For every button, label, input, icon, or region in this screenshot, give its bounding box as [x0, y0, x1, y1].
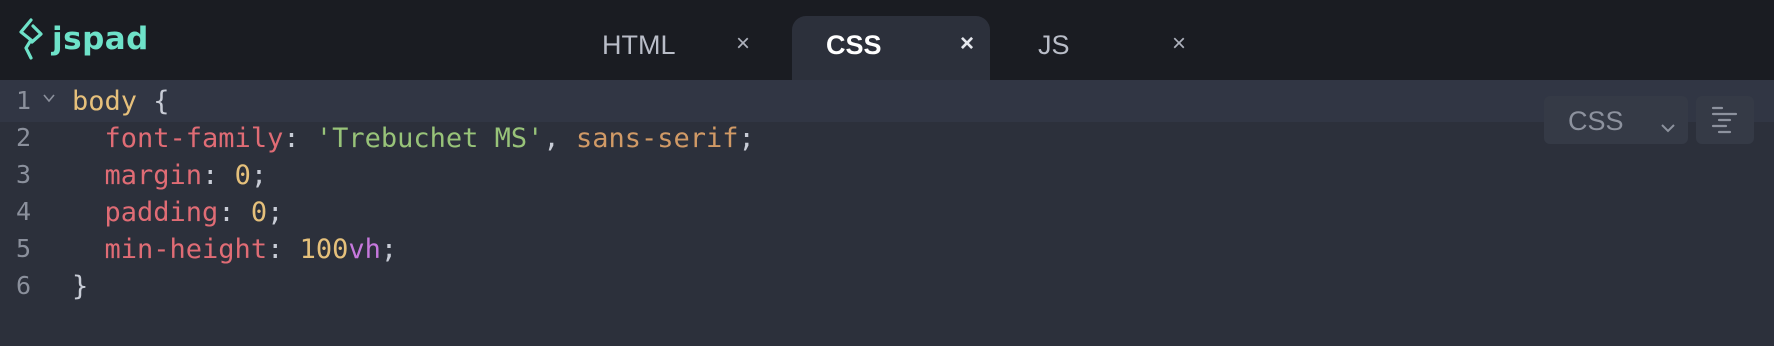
code-token: ; — [267, 197, 284, 228]
code-token: body — [72, 86, 138, 117]
code-token: : — [267, 234, 300, 265]
code-token: sans-serif — [575, 123, 739, 154]
line-number: 4 — [16, 197, 32, 226]
format-code-icon — [1711, 106, 1738, 134]
code-token: ; — [738, 123, 755, 154]
code-line[interactable]: 2 font-family: 'Trebuchet MS', sans-seri… — [0, 117, 1774, 159]
code-text: margin: 0; — [72, 160, 268, 191]
code-token: min-height — [104, 234, 268, 265]
code-token: font-family — [104, 123, 284, 154]
code-line[interactable]: 1 body { — [0, 80, 1774, 122]
code-token: : — [283, 123, 316, 154]
code-text: font-family: 'Trebuchet MS', sans-serif; — [72, 123, 755, 154]
jspad-logo-icon — [19, 18, 43, 60]
code-line[interactable]: 4 padding: 0; — [0, 191, 1774, 233]
code-token: 0 — [250, 197, 268, 228]
code-token: 'Trebuchet MS' — [315, 123, 544, 154]
tab-css[interactable]: CSS × — [792, 16, 990, 80]
code-text: padding: 0; — [72, 197, 284, 228]
tab-js-label: JS — [1038, 30, 1070, 60]
code-line[interactable]: 3 margin: 0; — [0, 154, 1774, 196]
code-token: { — [137, 86, 170, 117]
code-line[interactable]: 6} — [0, 265, 1774, 307]
logo[interactable]: jspad — [18, 14, 149, 64]
tab-html[interactable]: HTML × — [568, 16, 766, 80]
line-number: 1 — [16, 86, 32, 115]
code-editor[interactable]: 1 body {2 font-family: 'Trebuchet MS', sa… — [0, 80, 1774, 346]
code-token: 100 — [299, 234, 349, 265]
line-number: 5 — [16, 234, 32, 263]
code-token: vh — [348, 234, 381, 265]
tab-css-label: CSS — [826, 30, 882, 60]
code-token: , — [543, 123, 576, 154]
tab-html-close-icon[interactable]: × — [736, 30, 750, 58]
code-token: : — [218, 197, 251, 228]
code-token: : — [202, 160, 235, 191]
language-select-value: CSS — [1568, 106, 1624, 136]
logo-text: jspad — [52, 21, 149, 57]
tab-js-close-icon[interactable]: × — [1172, 30, 1186, 58]
code-text: } — [72, 271, 88, 302]
code-text: min-height: 100vh; — [72, 234, 398, 265]
tab-css-close-icon[interactable]: × — [960, 30, 974, 58]
fold-chevron-icon[interactable] — [42, 90, 56, 108]
code-line[interactable]: 5 min-height: 100vh; — [0, 228, 1774, 270]
code-text: body { — [72, 86, 170, 117]
format-code-button[interactable] — [1696, 96, 1754, 144]
code-token: padding — [104, 197, 219, 228]
line-number: 3 — [16, 160, 32, 189]
line-number: 6 — [16, 271, 32, 300]
line-number: 2 — [16, 123, 32, 152]
top-bar: jspad HTML × CSS × JS × — [0, 0, 1774, 80]
code-token: ; — [380, 234, 398, 265]
code-token: margin — [104, 160, 203, 191]
code-token: ; — [250, 160, 268, 191]
tab-js[interactable]: JS × — [1004, 16, 1202, 80]
jspad-app: jspad HTML × CSS × JS × 1 body {2 font-fa… — [0, 0, 1774, 346]
tab-html-label: HTML — [602, 30, 676, 60]
code-token: 0 — [234, 160, 251, 191]
code-token: } — [72, 271, 89, 302]
chevron-down-icon — [1660, 110, 1676, 141]
language-select[interactable]: CSS — [1544, 96, 1688, 144]
